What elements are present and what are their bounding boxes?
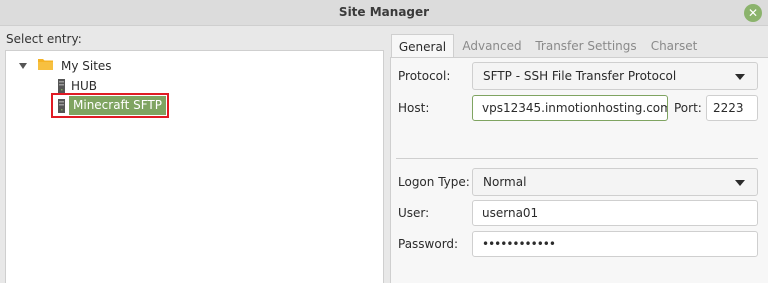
tab-bar: General Advanced Transfer Settings Chars…	[390, 34, 768, 58]
user-input[interactable]: userna01	[472, 200, 758, 226]
tab-transfer-settings[interactable]: Transfer Settings	[534, 34, 638, 58]
chevron-down-icon	[735, 74, 745, 80]
chevron-down-icon[interactable]	[18, 61, 28, 71]
protocol-label: Protocol:	[398, 69, 451, 83]
logon-type-value: Normal	[483, 175, 527, 189]
tree-item-my-sites[interactable]: My Sites	[61, 57, 112, 75]
select-entry-label: Select entry:	[6, 32, 82, 46]
tab-charset[interactable]: Charset	[646, 34, 702, 58]
port-label: Port:	[674, 101, 702, 115]
window-title: Site Manager	[338, 5, 430, 19]
title-bar: Site Manager ✕	[0, 0, 768, 26]
protocol-value: SFTP - SSH File Transfer Protocol	[483, 69, 677, 83]
highlight-box	[51, 93, 169, 118]
tab-advanced[interactable]: Advanced	[458, 34, 526, 58]
protocol-select[interactable]: SFTP - SSH File Transfer Protocol	[472, 62, 758, 90]
password-input[interactable]: ••••••••••••	[472, 231, 758, 257]
site-tree[interactable]: My Sites HUB Minecraft SFTP	[5, 50, 384, 283]
host-label: Host:	[398, 101, 430, 115]
host-input[interactable]: vps12345.inmotionhosting.com	[472, 95, 668, 121]
separator	[396, 158, 758, 159]
tab-general[interactable]: General	[391, 34, 454, 58]
user-label: User:	[398, 206, 430, 220]
port-input[interactable]: 2223	[706, 95, 758, 121]
password-label: Password:	[398, 237, 459, 251]
logon-type-select[interactable]: Normal	[472, 168, 758, 196]
close-button[interactable]: ✕	[744, 4, 762, 22]
folder-icon	[38, 59, 53, 70]
logon-type-label: Logon Type:	[398, 175, 470, 189]
chevron-down-icon	[735, 180, 745, 186]
server-icon	[58, 79, 65, 93]
